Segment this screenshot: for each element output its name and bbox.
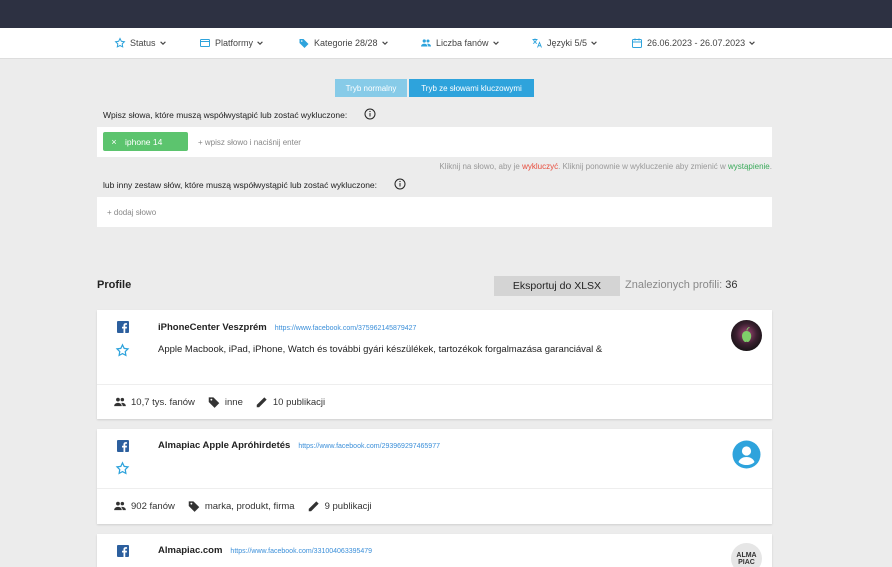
chevron-down-icon	[591, 41, 597, 45]
profile-name-text: iPhoneCenter Veszprém	[158, 322, 267, 333]
user-placeholder-icon	[732, 440, 761, 469]
keywords-label-secondary: lub inny zestaw słów, które muszą współw…	[103, 180, 378, 190]
add-word-placeholder[interactable]: + dodaj słowo	[107, 208, 156, 217]
filter-platforms-label: Platformy	[215, 38, 254, 48]
hint-cooccur: wystąpienie	[727, 162, 770, 171]
facebook-icon	[117, 545, 129, 557]
card-divider	[97, 488, 772, 489]
filter-bar: Status Platformy Kategorie 28/28 Liczba …	[0, 28, 892, 59]
card-divider	[97, 384, 772, 385]
chevron-down-icon	[492, 41, 499, 45]
avatar	[731, 320, 762, 351]
profile-card[interactable]: Almapiac Apple Apróhirdetés https://www.f…	[97, 429, 772, 524]
fans-count: 10,7 tys. fanów	[113, 395, 195, 409]
profiles-title: Profile	[97, 279, 132, 291]
keyword-input-box[interactable]: × iphone 14 + wpisz słowo i naciśnij ent…	[97, 127, 772, 157]
facebook-icon	[117, 440, 129, 452]
hint-part-a: Kliknij na słowo, aby je	[439, 162, 523, 171]
calendar-icon	[632, 38, 642, 48]
profile-name: Almapiac Apple Apróhirdetés https://www.f…	[158, 440, 440, 451]
tag-icon	[299, 39, 309, 48]
top-app-bar	[0, 0, 892, 28]
window-icon	[200, 39, 210, 47]
facebook-icon	[117, 321, 129, 333]
translate-icon	[532, 38, 542, 48]
fans-count-text: 10,7 tys. fanów	[131, 396, 195, 408]
filter-date-range[interactable]: 26.06.2023 - 26.07.2023	[631, 37, 756, 49]
fans-count-text: 902 fanów	[131, 500, 175, 512]
filter-categories[interactable]: Kategorie 28/28	[298, 37, 389, 49]
profile-description: Apple Macbook, iPad, iPhone, Watch és to…	[158, 344, 603, 355]
profile-meta: 10,7 tys. fanów inne 10 publikacji	[113, 395, 337, 409]
profile-card[interactable]: Almapiac.com https://www.facebook.com/331…	[97, 534, 772, 567]
keyword-input-placeholder: + wpisz słowo i naciśnij enter	[198, 138, 301, 147]
chevron-down-icon	[381, 41, 388, 45]
profiles-found-count: Znalezionych profili: 36	[625, 279, 738, 291]
favorite-star-icon[interactable]	[115, 461, 130, 476]
chevron-down-icon	[257, 41, 263, 45]
found-label: Znalezionych profili:	[625, 279, 726, 291]
apple-logo-icon	[742, 327, 752, 342]
filter-languages[interactable]: Języki 5/5	[531, 37, 598, 49]
keyword-chip[interactable]: × iphone 14	[103, 132, 188, 151]
star-outline-icon	[114, 37, 126, 48]
posts-count-text: 10 publikacji	[272, 396, 326, 408]
avatar-text: ALMA PIAC	[736, 551, 757, 566]
people-icon	[421, 39, 431, 47]
category: inne	[207, 395, 243, 409]
keyword-hint: Kliknij na słowo, aby je wykluczyć. Klik…	[439, 162, 772, 171]
profile-url-link[interactable]: https://www.facebook.com/293969297465977	[298, 443, 440, 450]
category-text: marka, produkt, firma	[204, 500, 295, 512]
fans-count: 902 fanów	[113, 499, 175, 513]
tag-icon	[188, 501, 200, 512]
filter-status-label: Status	[130, 38, 156, 48]
info-icon[interactable]	[364, 108, 376, 120]
posts-count: 9 publikacji	[307, 499, 372, 513]
pencil-icon	[256, 397, 267, 408]
keyword-chip-label: iphone 14	[125, 136, 163, 147]
tag-icon	[208, 397, 220, 408]
keyword-set-box[interactable]: + dodaj słowo	[97, 197, 772, 227]
profile-url-link[interactable]: https://www.facebook.com/375962145879427	[275, 325, 417, 332]
category-text: inne	[224, 396, 243, 408]
chevron-down-icon	[749, 41, 755, 45]
profile-name: iPhoneCenter Veszprém https://www.faceboo…	[158, 322, 416, 333]
mode-keywords-button[interactable]: Tryb ze słowami kluczowymi	[409, 79, 534, 97]
posts-count: 10 publikacji	[255, 395, 325, 409]
profile-meta: 902 fanów marka, produkt, firma 9 publik…	[113, 499, 384, 513]
chevron-down-icon	[159, 41, 166, 45]
found-number: 36	[725, 279, 738, 291]
avatar: ALMA PIAC	[731, 543, 762, 567]
hint-part-c: .	[769, 162, 772, 171]
mode-normal-button[interactable]: Tryb normalny	[335, 79, 407, 97]
hint-part-b: . Kliknij ponownie w wykluczenie aby zmi…	[558, 162, 728, 171]
info-icon[interactable]	[394, 178, 406, 190]
keywords-label-primary: Wpisz słowa, które muszą współwystąpić l…	[103, 110, 348, 120]
posts-count-text: 9 publikacji	[324, 500, 372, 512]
filter-fans-label: Liczba fanów	[436, 38, 489, 48]
filter-date-range-label: 26.06.2023 - 26.07.2023	[647, 38, 746, 48]
profile-url-link[interactable]: https://www.facebook.com/331004063395479	[230, 548, 372, 555]
category: marka, produkt, firma	[187, 499, 295, 513]
filter-languages-label: Języki 5/5	[547, 38, 588, 48]
filter-platforms[interactable]: Platformy	[199, 37, 264, 49]
filter-categories-label: Kategorie 28/28	[314, 38, 378, 48]
filter-fans[interactable]: Liczba fanów	[420, 37, 500, 49]
chip-remove-icon[interactable]: ×	[103, 137, 125, 147]
people-icon	[114, 501, 126, 511]
pencil-icon	[308, 501, 319, 512]
export-xlsx-button[interactable]: Eksportuj do XLSX	[494, 276, 620, 296]
profile-card[interactable]: iPhoneCenter Veszprém https://www.faceboo…	[97, 310, 772, 419]
hint-exclude: wykluczyć	[522, 162, 559, 171]
favorite-star-icon[interactable]	[115, 343, 130, 358]
avatar	[731, 439, 762, 470]
profile-name-text: Almapiac.com	[158, 545, 223, 556]
filter-status[interactable]: Status	[114, 37, 167, 49]
profile-name: Almapiac.com https://www.facebook.com/331…	[158, 545, 372, 556]
people-icon	[114, 397, 126, 407]
profile-name-text: Almapiac Apple Apróhirdetés	[158, 440, 291, 451]
